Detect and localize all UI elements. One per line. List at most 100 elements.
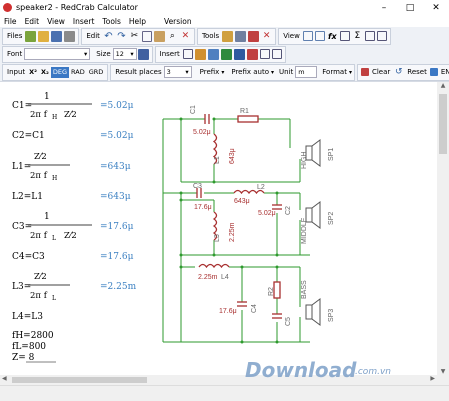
worksheet-area[interactable]: C1= 1 2π f H Z⁄2 =5.02μ C2=C1 =5.02μ L1=… [0,82,437,375]
table-icon[interactable] [339,31,350,41]
l3-value-label: 2.25m [229,222,236,242]
input-label: Input [7,68,26,76]
paste-icon[interactable] [153,30,165,42]
scroll-down-icon[interactable]: ▼ [437,368,449,375]
font-select[interactable]: ▾ [24,48,91,60]
window-title: speaker2 - RedCrab Calculator [16,3,138,12]
insert-excel-icon[interactable] [220,48,232,60]
function-icon[interactable]: fx [327,31,338,42]
insert-image-icon[interactable] [207,48,219,60]
redo-icon[interactable]: ↷ [116,31,127,42]
menu-view[interactable]: View [43,17,69,26]
matrix-icon[interactable] [364,31,375,41]
maximize-button[interactable]: □ [397,0,423,15]
c4-formula: C4=C3 [12,252,45,262]
superscript-button[interactable]: X² [27,67,39,78]
menu-file[interactable]: File [0,17,21,26]
sp3-label: SP3 [328,309,335,322]
enter-button[interactable]: ENTER [439,68,449,76]
scroll-right-icon[interactable]: ▶ [430,375,435,382]
insert-group: Insert [154,45,286,63]
c1-sub-h: H [52,114,57,121]
insert-chart-icon[interactable] [246,48,258,60]
speaker-sp3-icon [305,304,313,320]
bold-icon[interactable] [137,48,149,60]
l1-value-label: 643μ [229,148,236,164]
size-select[interactable]: 12 ▾ [112,48,137,60]
font-group: Font ▾ Size 12 ▾ [2,45,153,63]
unit-label: Unit [279,68,294,76]
c2-circuit-label: C2 [285,206,292,215]
close-button[interactable]: ✕ [423,0,449,15]
z-assignment: Z= 8 [12,353,35,363]
c3-numerator: 1 [44,212,50,222]
l1-sub-h: H [52,175,57,182]
format-dropdown[interactable]: Format [320,68,349,76]
insert-word-icon[interactable] [233,48,245,60]
insert-box-icon[interactable] [259,49,270,59]
result-places-select[interactable]: 3 ▾ [163,66,192,78]
r2-circuit-label: R2 [268,287,275,296]
prefix-dropdown[interactable]: Prefix [198,68,222,76]
save-icon[interactable] [51,30,63,42]
deg-button[interactable]: DEG [50,66,70,78]
menu-edit[interactable]: Edit [21,17,44,26]
minimize-button[interactable]: – [371,0,397,15]
l4-formula: L4=L3 [12,312,43,322]
view-group: View fx Σ [278,27,391,45]
vertical-scrollbar[interactable]: ▲ ▼ [437,82,449,375]
subscript-button[interactable]: X₂ [39,67,51,78]
undo-icon[interactable]: ↶ [103,31,114,42]
l4-value-label: 2.25m [198,274,218,281]
insert-label: Insert [159,50,180,58]
unit-input[interactable]: m [295,66,318,78]
calculator-icon[interactable] [248,30,260,42]
print-icon[interactable] [64,30,76,42]
find-icon[interactable]: ⌕ [167,31,178,42]
l3-sub-l: L [52,295,56,302]
chevron-down-icon: ▾ [271,68,275,76]
c1-circuit-label: C1 [190,105,197,114]
cut-icon[interactable]: ✂ [129,31,140,42]
reset-button[interactable]: Reset [405,68,429,76]
menu-help[interactable]: Help [125,17,150,26]
c4-value-label: 17.6μ [219,308,237,315]
l1-denominator: 2π f [30,171,48,181]
grd-button[interactable]: GRD [87,67,106,78]
insert-text-icon[interactable] [194,48,206,60]
open-folder-icon[interactable] [38,30,50,42]
l1-circuit-label: L1 [214,156,221,164]
size-value: 12 [115,50,124,58]
scroll-left-icon[interactable]: ◀ [2,375,7,382]
delete-icon[interactable]: ✕ [261,31,272,42]
tools-label: Tools [201,32,220,40]
table-view-icon[interactable] [314,31,325,41]
files-label: Files [7,32,23,40]
l2-value-label: 643μ [234,198,250,205]
fl-assignment: fL=800 [12,342,46,352]
title-bar: speaker2 - RedCrab Calculator – □ ✕ [0,0,449,15]
chart-icon[interactable] [376,31,387,41]
scroll-up-icon[interactable]: ▲ [437,82,449,89]
lock-icon[interactable] [222,30,234,42]
grid-view-icon[interactable] [302,31,313,41]
menu-insert[interactable]: Insert [69,17,99,26]
rad-button[interactable]: RAD [69,67,87,78]
app-icon [3,3,12,12]
status-bar [0,385,449,401]
hscroll-thumb[interactable] [12,377,147,383]
result-group: Result places 3 ▾ Prefix ▾ Prefix auto ▾ … [110,63,355,81]
clear-button[interactable]: Clear [370,68,392,76]
insert-table-icon[interactable] [182,49,193,59]
prefix-auto-dropdown[interactable]: Prefix auto [229,68,271,76]
menu-tools[interactable]: Tools [98,17,124,26]
scroll-thumb[interactable] [439,94,447,154]
menu-version[interactable]: Version [160,17,196,26]
insert-note-icon[interactable] [271,49,282,59]
new-file-icon[interactable] [25,30,37,42]
copy-icon[interactable] [141,30,152,42]
sum-icon[interactable]: Σ [352,31,363,42]
c3-result: =17.6μ [100,222,134,232]
clear-edit-icon[interactable]: ✕ [180,31,191,42]
settings-icon[interactable] [235,30,247,42]
